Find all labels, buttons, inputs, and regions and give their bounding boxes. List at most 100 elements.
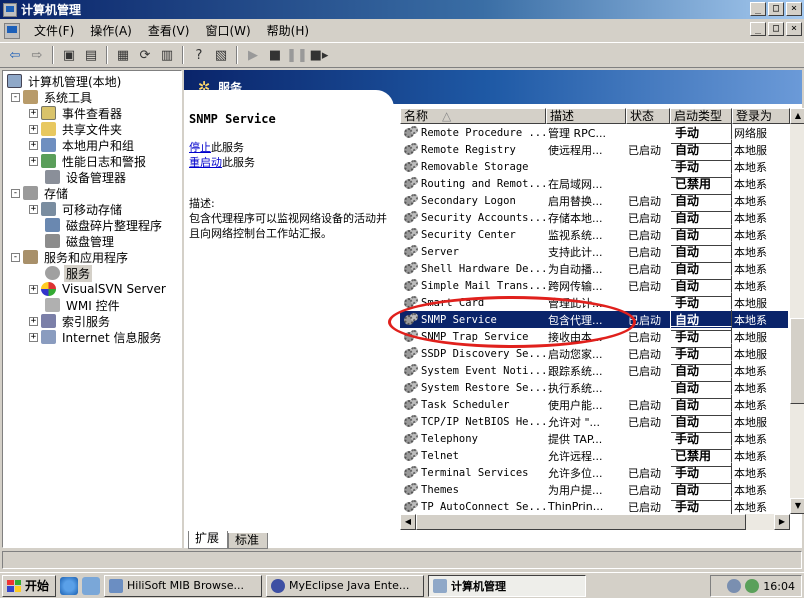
- mmc-icon[interactable]: [4, 22, 20, 39]
- task-hilisoft-mib-browser[interactable]: HiliSoft MIB Browse...: [104, 574, 263, 597]
- expand-toggle[interactable]: +: [29, 316, 38, 326]
- stop-icon[interactable]: ■: [264, 45, 286, 65]
- tree-node-visualsvn[interactable]: + VisualSVN Server: [29, 281, 168, 297]
- tree-node-device-manager[interactable]: 设备管理器: [45, 169, 128, 185]
- services-apps-icon: [23, 250, 38, 264]
- properties-icon[interactable]: ▦: [112, 45, 134, 65]
- scroll-right-button[interactable]: ▶: [774, 514, 790, 530]
- service-status: 已启动: [628, 500, 661, 514]
- tree-node-storage[interactable]: - 存储: [11, 185, 70, 201]
- collapse-toggle[interactable]: -: [11, 188, 20, 198]
- tree-node-event-viewer[interactable]: + 事件查看器: [29, 105, 124, 121]
- scroll-thumb[interactable]: [790, 318, 804, 404]
- service-name: Remote Registry: [421, 143, 516, 156]
- column-name[interactable]: 名称 △: [400, 108, 546, 124]
- expand-toggle[interactable]: +: [29, 156, 38, 166]
- restart-service-link[interactable]: 重启动: [189, 156, 222, 169]
- service-status: 已启动: [628, 143, 661, 157]
- child-minimize-button[interactable]: _: [750, 22, 766, 36]
- service-description: 监视系统...: [548, 228, 603, 242]
- service-name: Task Scheduler: [421, 398, 510, 411]
- show-hide-action-pane-icon[interactable]: ▧: [210, 45, 232, 65]
- internet-explorer-icon[interactable]: [60, 576, 79, 595]
- expand-toggle[interactable]: +: [29, 108, 38, 118]
- maximize-button[interactable]: □: [768, 2, 784, 16]
- minimize-button[interactable]: _: [750, 2, 766, 16]
- menu-help[interactable]: 帮助(H): [259, 22, 317, 40]
- expand-toggle[interactable]: +: [29, 284, 38, 294]
- child-restore-button[interactable]: □: [768, 22, 784, 36]
- tree-node-wmi-control[interactable]: WMI 控件: [45, 297, 122, 313]
- service-description: 允许多位...: [548, 466, 603, 480]
- refresh-icon[interactable]: ⟳: [134, 45, 156, 65]
- quick-launch-icon[interactable]: [82, 576, 101, 595]
- service-name-cell: Smart Card: [400, 295, 546, 310]
- tree-node-system-tools[interactable]: - 系统工具: [11, 89, 94, 105]
- tree-label: 磁盘碎片整理程序: [66, 218, 163, 233]
- service-name-cell: Remote Registry: [400, 142, 546, 157]
- tab-standard[interactable]: 标准: [228, 533, 269, 549]
- tray-app-icon[interactable]: [745, 579, 760, 593]
- tree-node-performance-logs[interactable]: + 性能日志和警报: [29, 153, 148, 169]
- tree-node-services[interactable]: 服务: [45, 264, 93, 282]
- show-hide-tree-icon[interactable]: ▤: [80, 45, 102, 65]
- column-description[interactable]: 描述: [546, 108, 626, 124]
- column-startup-type[interactable]: 启动类型: [670, 108, 732, 124]
- tree-node-computer-management[interactable]: 计算机管理(本地): [7, 73, 123, 89]
- column-log-on-as[interactable]: 登录为: [732, 108, 790, 124]
- services-list: 名称 △ 描述 状态 启动类型 登录为 Remote Procedure ... 管…: [400, 108, 804, 530]
- tree-node-removable-storage[interactable]: + 可移动存储: [29, 201, 124, 217]
- vertical-scrollbar[interactable]: ▲ ▼: [790, 108, 804, 514]
- task-computer-management[interactable]: 计算机管理: [428, 574, 587, 597]
- tab-extended[interactable]: 扩展: [188, 531, 229, 549]
- service-log-on-as: 本地系: [734, 228, 767, 242]
- expand-toggle[interactable]: +: [29, 140, 38, 150]
- expand-toggle[interactable]: +: [29, 332, 38, 342]
- hscroll-thumb[interactable]: [416, 514, 746, 530]
- title-bar[interactable]: 计算机管理: [0, 0, 804, 19]
- tree-node-indexing-service[interactable]: + 索引服务: [29, 313, 112, 329]
- forward-arrow-icon[interactable]: ⇨: [26, 45, 48, 65]
- service-name-cell: TCP/IP NetBIOS He...: [400, 414, 546, 429]
- child-close-button[interactable]: ×: [786, 22, 802, 36]
- tree-node-services-and-apps[interactable]: - 服务和应用程序: [11, 249, 130, 265]
- collapse-toggle[interactable]: -: [11, 92, 20, 102]
- expand-toggle[interactable]: +: [29, 124, 38, 134]
- tree-node-disk-management[interactable]: 磁盘管理: [45, 233, 116, 249]
- service-row[interactable]: TP AutoConnect Se... ThinPrin... 已启动 手动 本地系: [400, 495, 788, 514]
- tray-network-icon[interactable]: [727, 579, 742, 593]
- export-list-icon[interactable]: ▥: [156, 45, 178, 65]
- pause-icon[interactable]: ❚❚: [286, 45, 308, 65]
- service-name: System Event Noti...: [421, 364, 546, 377]
- stop-service-line: 停止此服务: [189, 140, 394, 155]
- tree-label: 索引服务: [62, 314, 111, 329]
- start-button[interactable]: 开始: [2, 574, 57, 597]
- column-status[interactable]: 状态: [626, 108, 670, 124]
- scroll-up-button[interactable]: ▲: [790, 108, 804, 124]
- collapse-toggle[interactable]: -: [11, 252, 20, 262]
- restart-icon[interactable]: ■▸: [308, 45, 330, 65]
- scroll-down-button[interactable]: ▼: [790, 498, 804, 514]
- menu-window[interactable]: 窗口(W): [197, 22, 258, 40]
- tree-node-iis[interactable]: + Internet 信息服务: [29, 329, 163, 345]
- tree-label: 设备管理器: [66, 170, 127, 185]
- help-icon[interactable]: ?: [188, 45, 210, 65]
- expand-toggle[interactable]: +: [29, 204, 38, 214]
- service-gear-icon: [404, 227, 418, 242]
- tree-node-shared-folders[interactable]: + 共享文件夹: [29, 121, 124, 137]
- tree-node-local-users[interactable]: + 本地用户和组: [29, 137, 136, 153]
- up-folder-icon[interactable]: ▣: [58, 45, 80, 65]
- play-icon[interactable]: ▶: [242, 45, 264, 65]
- menu-action[interactable]: 操作(A): [82, 22, 140, 40]
- scroll-left-button[interactable]: ◀: [400, 514, 416, 530]
- menu-view[interactable]: 查看(V): [140, 22, 198, 40]
- horizontal-scrollbar[interactable]: ◀ ▶: [400, 514, 790, 530]
- back-arrow-icon[interactable]: ⇦: [4, 45, 26, 65]
- tree-node-disk-defragmenter[interactable]: 磁盘碎片整理程序: [45, 217, 164, 233]
- service-name-cell: System Event Noti...: [400, 363, 546, 378]
- menu-file[interactable]: 文件(F): [26, 22, 82, 40]
- close-button[interactable]: ×: [786, 2, 802, 16]
- task-myeclipse[interactable]: MyEclipse Java Ente...: [266, 574, 425, 597]
- task-label: MyEclipse Java Ente...: [289, 579, 410, 592]
- stop-service-link[interactable]: 停止: [189, 141, 211, 154]
